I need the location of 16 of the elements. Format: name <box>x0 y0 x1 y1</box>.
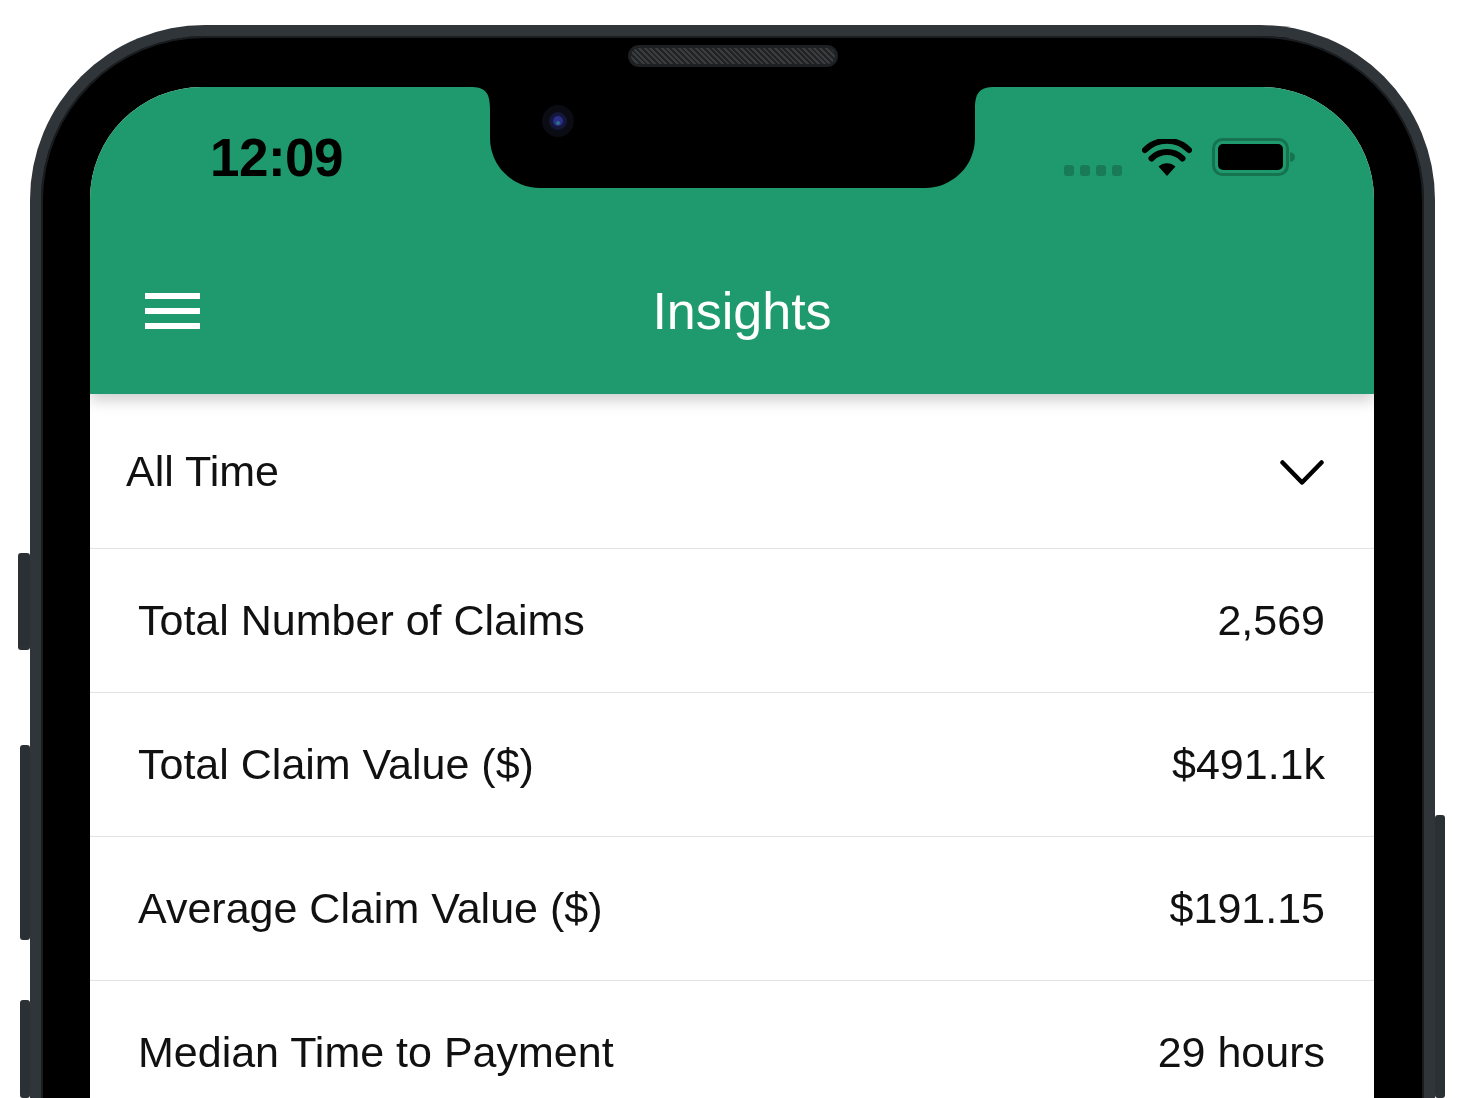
metric-label: Total Claim Value ($) <box>138 740 534 789</box>
menu-icon[interactable] <box>145 292 200 329</box>
metric-value: $191.15 <box>1169 884 1325 933</box>
wifi-icon <box>1142 138 1192 176</box>
metric-value: 2,569 <box>1217 596 1325 645</box>
chevron-down-icon <box>1280 460 1324 487</box>
screen-title: Insights <box>651 280 832 341</box>
metric-value: 29 hours <box>1157 1028 1325 1077</box>
metric-label: Total Number of Claims <box>138 596 585 645</box>
metric-label: Average Claim Value ($) <box>138 884 603 933</box>
metric-value: $491.1k <box>1171 740 1325 789</box>
status-time: 12:09 <box>210 126 344 188</box>
battery-icon <box>1212 138 1295 176</box>
period-dropdown[interactable]: All Time <box>90 395 1374 549</box>
signal-dots-icon <box>1064 165 1122 176</box>
metric-label: Median Time to Payment <box>138 1028 614 1077</box>
